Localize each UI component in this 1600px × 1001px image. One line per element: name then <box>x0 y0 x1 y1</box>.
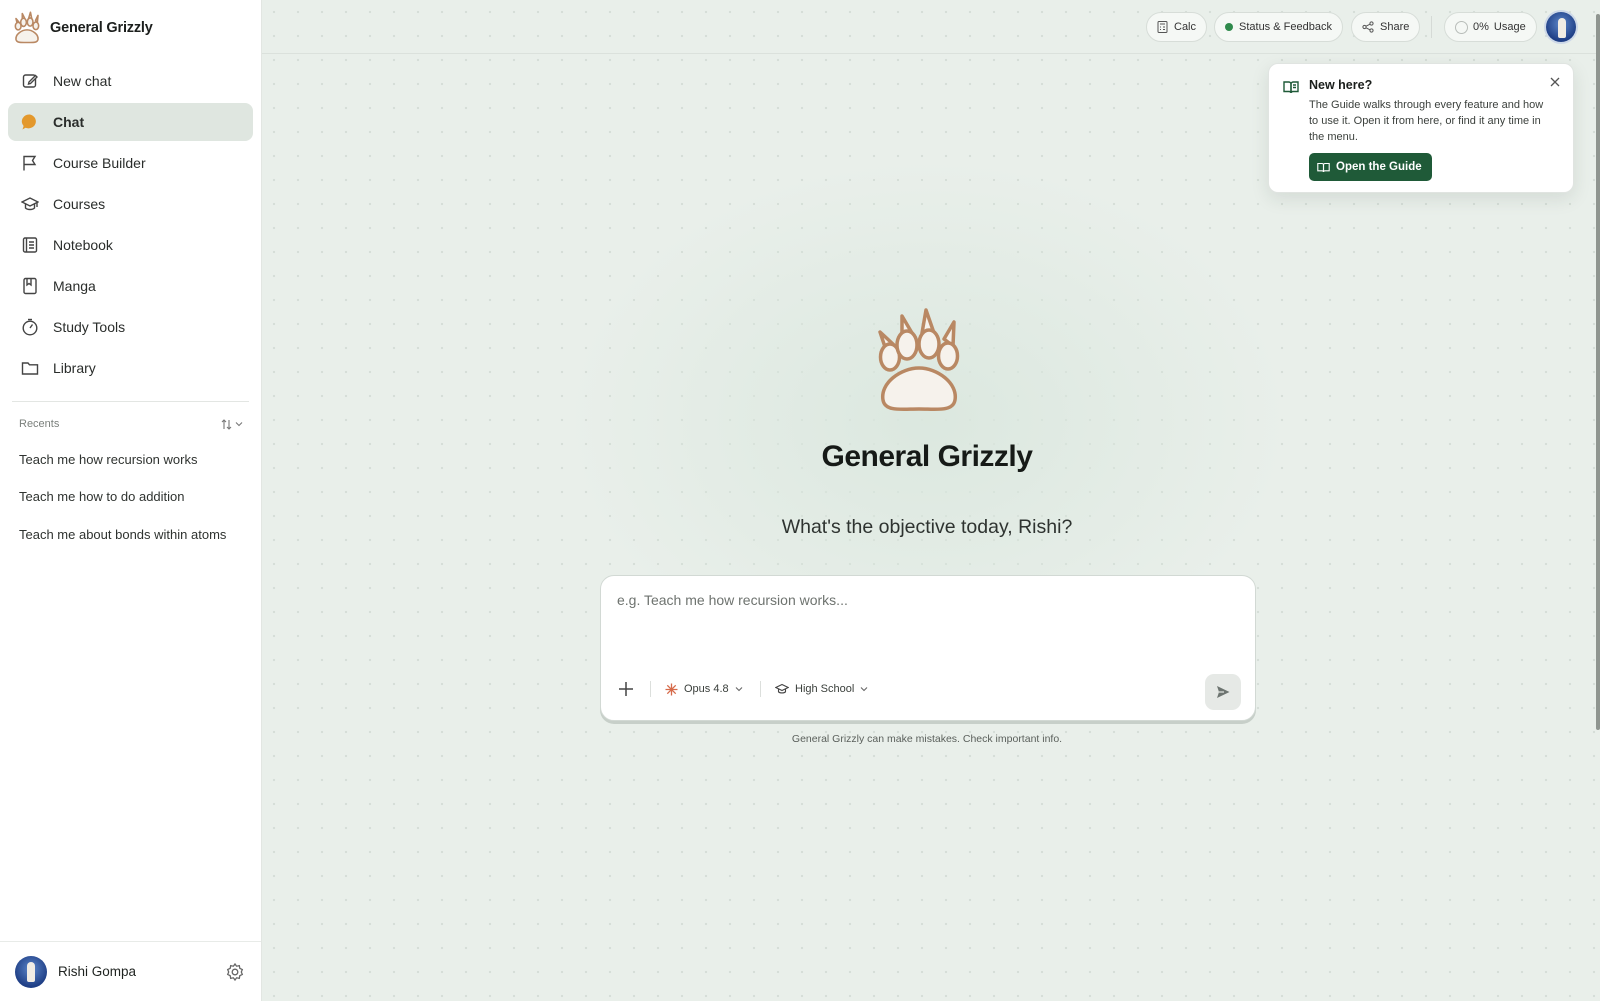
sidebar-item-label: Library <box>53 360 96 376</box>
composer-divider <box>650 681 651 697</box>
open-guide-button[interactable]: Open the Guide <box>1309 153 1432 181</box>
avatar <box>1546 12 1576 42</box>
sidebar-item-label: Chat <box>53 114 85 130</box>
sidebar-item-manga[interactable]: Manga <box>8 267 253 305</box>
composer-divider <box>760 681 761 697</box>
edit-icon <box>21 72 39 90</box>
folder-icon <box>21 359 39 377</box>
sidebar-item-notebook[interactable]: Notebook <box>8 226 253 264</box>
level-selector[interactable]: High School <box>775 680 868 698</box>
recent-chat-item[interactable]: Teach me how recursion works <box>19 452 197 467</box>
sidebar-item-label: Courses <box>53 196 106 212</box>
calculator-icon <box>1157 21 1168 33</box>
close-icon[interactable] <box>1549 76 1561 88</box>
recent-chat-item[interactable]: Teach me about bonds within atoms <box>19 527 226 542</box>
graduation-cap-icon <box>775 683 789 694</box>
hero-subtitle: What's the objective today, Rishi? <box>781 516 1073 538</box>
chat-bubble-icon <box>21 113 39 131</box>
disclaimer: General Grizzly can make mistakes. Check… <box>791 733 1063 745</box>
flag-icon <box>21 154 39 172</box>
user-profile-bar: Rishi Gompa <box>0 941 261 1001</box>
top-bar: Calc Status & Feedback Share 0% Usage <box>262 0 1600 54</box>
send-icon <box>1217 686 1230 698</box>
recents-header: Recents <box>19 418 243 430</box>
model-selector[interactable]: Opus 4.8 <box>665 680 743 698</box>
chevron-down-icon <box>735 687 743 692</box>
usage-button[interactable]: 0% Usage <box>1444 12 1537 42</box>
timer-icon <box>21 318 39 336</box>
plus-icon[interactable] <box>617 680 635 698</box>
status-label: Status & Feedback <box>1239 21 1332 33</box>
sidebar-item-label: Study Tools <box>53 319 126 335</box>
sidebar: General Grizzly New chat Chat Course Bui… <box>0 0 262 1001</box>
sort-icon <box>221 418 232 430</box>
avatar[interactable] <box>15 955 47 988</box>
status-feedback-button[interactable]: Status & Feedback <box>1214 12 1343 42</box>
hero-title: General Grizzly <box>821 440 1033 473</box>
sidebar-nav: New chat Chat Course Builder Courses Not… <box>8 62 253 390</box>
brand-name: General Grizzly <box>50 20 153 36</box>
level-label: High School <box>795 683 855 695</box>
sparkle-icon <box>665 683 678 695</box>
book-icon <box>1317 162 1330 172</box>
gear-icon[interactable] <box>225 962 245 982</box>
calc-label: Calc <box>1174 21 1197 33</box>
scrollbar[interactable] <box>1596 14 1600 730</box>
sidebar-item-course-builder[interactable]: Course Builder <box>8 144 253 182</box>
sidebar-item-label: New chat <box>53 73 112 89</box>
sidebar-item-new-chat[interactable]: New chat <box>8 62 253 100</box>
share-icon <box>1362 21 1374 33</box>
sidebar-divider <box>12 401 249 402</box>
guide-title: New here? <box>1309 78 1373 92</box>
paw-logo-icon <box>878 308 960 412</box>
sidebar-item-chat[interactable]: Chat <box>8 103 253 141</box>
main-area: Calc Status & Feedback Share 0% Usage Ne… <box>262 0 1600 1001</box>
usage-ring-icon <box>1455 20 1468 34</box>
usage-label: Usage <box>1493 21 1526 33</box>
graduation-cap-icon <box>21 195 39 213</box>
chat-input[interactable] <box>617 592 1237 652</box>
usage-percent: 0% <box>1473 21 1489 33</box>
recent-chat-item[interactable]: Teach me how to do addition <box>19 489 185 504</box>
status-dot-icon <box>1225 23 1233 31</box>
sidebar-item-study-tools[interactable]: Study Tools <box>8 308 253 346</box>
sidebar-item-label: Manga <box>53 278 96 294</box>
calc-button[interactable]: Calc <box>1146 12 1208 42</box>
share-label: Share <box>1380 21 1410 33</box>
sidebar-item-courses[interactable]: Courses <box>8 185 253 223</box>
send-button[interactable] <box>1205 674 1241 710</box>
notebook-icon <box>21 236 39 254</box>
guide-description: The Guide walks through every feature an… <box>1309 99 1544 143</box>
recents-label: Recents <box>19 418 60 430</box>
book-icon <box>21 277 39 295</box>
sidebar-item-label: Notebook <box>53 237 113 253</box>
share-button[interactable]: Share <box>1351 12 1421 42</box>
topbar-divider <box>1431 16 1432 38</box>
chevron-down-icon <box>860 687 868 692</box>
open-book-icon <box>1283 81 1299 94</box>
sidebar-item-label: Course Builder <box>53 155 146 171</box>
sort-button[interactable] <box>221 418 243 430</box>
chat-composer: Opus 4.8 High School <box>600 575 1256 721</box>
brand[interactable]: General Grizzly <box>12 10 153 46</box>
model-label: Opus 4.8 <box>684 683 729 695</box>
user-name: Rishi Gompa <box>58 964 137 979</box>
paw-logo-icon <box>14 11 40 44</box>
guide-popover: New here? The Guide walks through every … <box>1268 63 1574 193</box>
account-avatar-button[interactable] <box>1546 12 1576 42</box>
chevron-down-icon <box>235 422 243 427</box>
open-guide-label: Open the Guide <box>1336 161 1422 173</box>
sidebar-item-library[interactable]: Library <box>8 349 253 387</box>
